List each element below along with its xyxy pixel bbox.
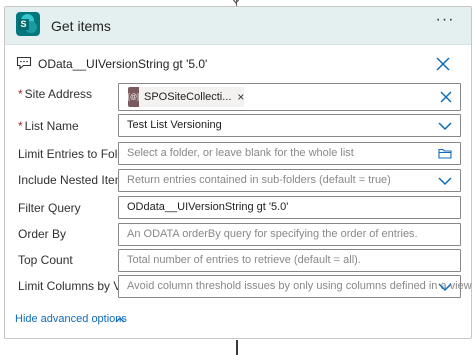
dynamic-content-icon: [@] — [128, 87, 139, 107]
folder-icon[interactable] — [438, 148, 452, 159]
card-header[interactable]: S Get items ··· — [5, 7, 471, 45]
top-count-placeholder: Total number of entries to retrieve (def… — [127, 254, 361, 266]
site-address-label-text: Site Address — [24, 87, 93, 101]
limit-entries-placeholder: Select a folder, or leave blank for the … — [127, 147, 354, 159]
required-marker: * — [18, 87, 23, 101]
token-remove-button[interactable]: × — [237, 90, 244, 104]
chevron-down-icon[interactable] — [438, 282, 452, 292]
include-nested-placeholder: Return entries contained in sub-folders … — [127, 174, 391, 186]
site-address-field[interactable]: [@] SPOSiteCollecti... × — [118, 83, 461, 111]
include-nested-label: Include Nested Items — [18, 173, 131, 187]
top-count-label: Top Count — [18, 253, 73, 267]
filter-query-input[interactable]: ODdata__UIVersionString gt '5.0' — [118, 196, 461, 219]
sharepoint-icon-letter: S — [18, 19, 29, 30]
required-marker: * — [18, 119, 23, 133]
comment-icon[interactable] — [16, 56, 32, 70]
filter-query-label: Filter Query — [18, 201, 81, 215]
get-items-action-card: S Get items ··· OData__UIVersionString g… — [4, 6, 472, 339]
chevron-down-icon[interactable] — [438, 176, 452, 186]
comment-row: OData__UIVersionString gt '5.0' — [5, 51, 471, 77]
clear-icon[interactable] — [440, 91, 452, 103]
more-options-button[interactable]: ··· — [428, 12, 462, 34]
order-by-input[interactable]: An ODATA orderBy query for specifying th… — [118, 223, 461, 246]
action-title[interactable]: Get items — [51, 18, 111, 34]
limit-columns-placeholder: Avoid column threshold issues by only us… — [127, 280, 472, 292]
limit-entries-field[interactable]: Select a folder, or leave blank for the … — [118, 142, 461, 165]
token-label: SPOSiteCollecti... — [144, 91, 232, 103]
chevron-up-icon[interactable] — [115, 316, 125, 323]
flow-connector-bottom — [236, 340, 238, 355]
list-name-dropdown[interactable]: Test List Versioning — [118, 114, 461, 137]
include-nested-dropdown[interactable]: Return entries contained in sub-folders … — [118, 169, 461, 192]
top-count-input[interactable]: Total number of entries to retrieve (def… — [118, 249, 461, 272]
close-icon[interactable] — [433, 54, 453, 74]
chevron-down-icon[interactable] — [438, 121, 452, 131]
site-address-token[interactable]: [@] SPOSiteCollecti... × — [128, 87, 244, 107]
order-by-label: Order By — [18, 227, 67, 241]
site-address-label: * Site Address — [18, 87, 92, 101]
filter-query-value: ODdata__UIVersionString gt '5.0' — [127, 201, 289, 213]
hide-advanced-options-link[interactable]: Hide advanced options — [15, 313, 127, 325]
sharepoint-icon: S — [16, 12, 40, 36]
comment-title: OData__UIVersionString gt '5.0' — [38, 57, 208, 71]
list-name-label: * List Name — [18, 119, 79, 133]
list-name-value: Test List Versioning — [127, 119, 222, 131]
limit-columns-dropdown[interactable]: Avoid column threshold issues by only us… — [118, 275, 472, 298]
list-name-label-text: List Name — [24, 119, 79, 133]
order-by-placeholder: An ODATA orderBy query for specifying th… — [127, 228, 418, 240]
